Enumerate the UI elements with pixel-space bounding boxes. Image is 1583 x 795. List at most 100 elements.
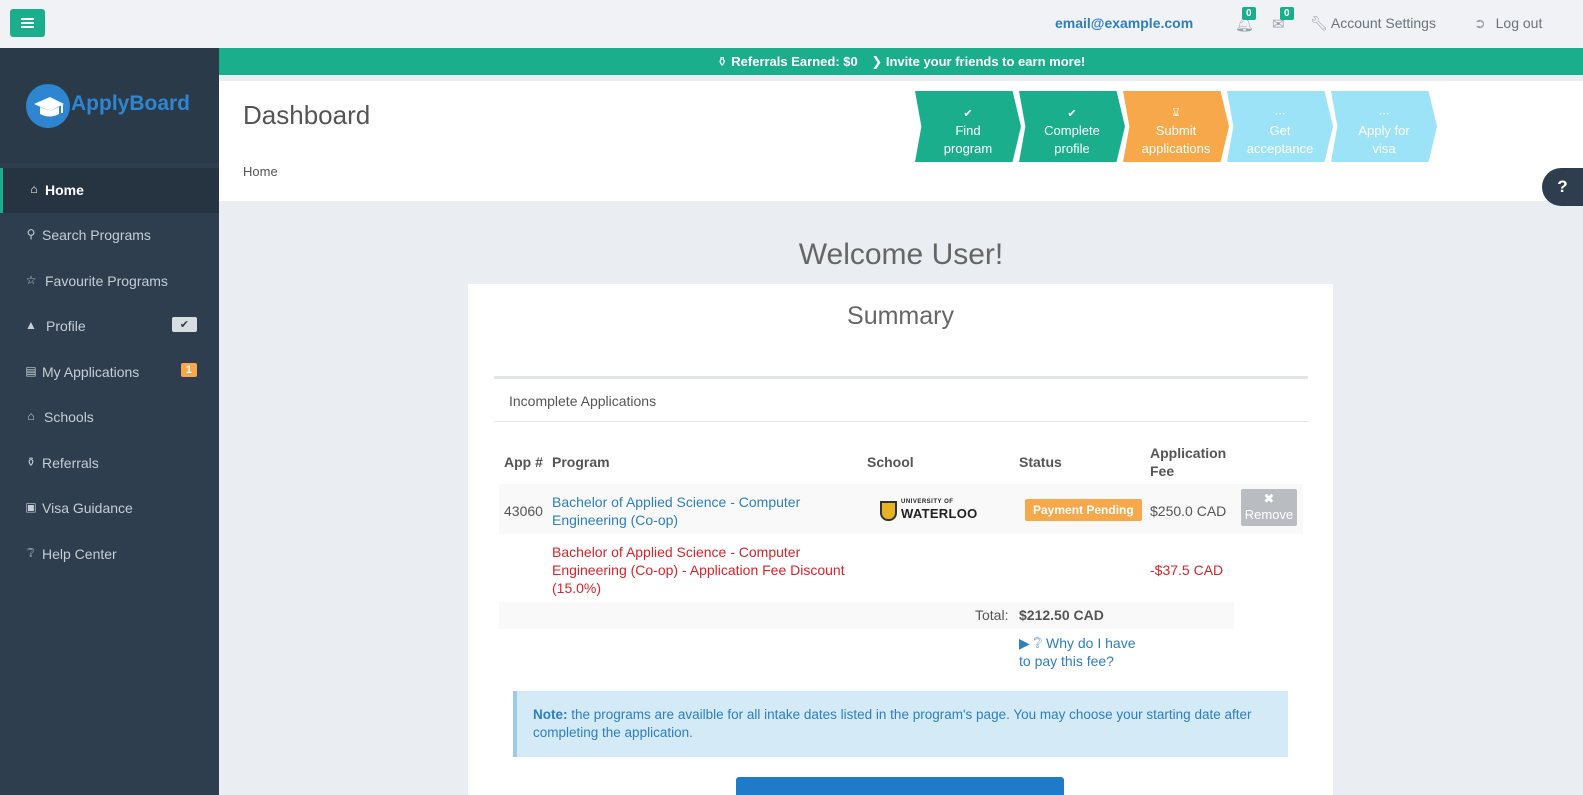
logo-graduation-cap-icon[interactable] (26, 84, 70, 128)
step-label: visa (1372, 141, 1396, 156)
applications-count-badge: 1 (180, 363, 197, 377)
sidebar-item-home[interactable]: ⌂ Home (0, 168, 219, 213)
page-title: Dashboard (243, 100, 371, 130)
total-value: $212.50 CAD (1019, 607, 1104, 623)
sidebar-item-referrals[interactable]: ⚱ Referrals (0, 441, 219, 486)
step-label: Submit (1155, 123, 1197, 138)
step-label: Apply for (1358, 123, 1410, 138)
program-link[interactable]: Bachelor of Applied Science - Computer (552, 494, 800, 510)
step-label: applications (1141, 141, 1211, 156)
sidebar-item-profile[interactable]: ▲ Profile ✔ (0, 304, 219, 349)
search-icon: ⚲ (26, 227, 36, 241)
step-label: Find (955, 123, 981, 138)
column-header-app-no: App # (504, 454, 543, 470)
logo-text[interactable]: ApplyBoard (71, 92, 190, 116)
logout-link[interactable]: ➲ Log out (1474, 15, 1542, 32)
sidebar-item-search-programs[interactable]: ⚲ Search Programs (0, 213, 219, 258)
sign-out-icon: ➲ (1474, 15, 1486, 31)
welcome-heading: Welcome User! (798, 238, 1004, 271)
menu-toggle-button[interactable] (10, 9, 45, 37)
close-icon: ✖ (1263, 491, 1275, 506)
logo-area: ApplyBoard (0, 48, 219, 163)
help-tab-button[interactable]: ? (1542, 168, 1583, 206)
graduation-cap-icon: ▲ (25, 318, 37, 332)
notifications-badge: 0 (1242, 7, 1256, 20)
summary-title: Summary (847, 302, 954, 330)
sidebar-item-label: Home (45, 182, 84, 198)
total-label: Total: (975, 607, 1009, 623)
discount-description: Bachelor of Applied Science - Computer (552, 544, 801, 560)
home-icon: ⌂ (30, 182, 38, 196)
invite-friends-link[interactable]: Invite your friends to earn more! (886, 54, 1085, 69)
wrench-icon: 🔧︎ (1310, 15, 1328, 31)
star-icon: ☆ (25, 273, 37, 287)
account-settings-label: Account Settings (1330, 15, 1436, 31)
referrals-earned: Referrals Earned: $0 (731, 54, 858, 69)
messages-badge: 0 (1280, 7, 1294, 20)
step-apply-for-visa[interactable]: ⋯ Apply for visa (1331, 91, 1437, 162)
step-submit-applications[interactable]: ⌛︎ Submit applications (1123, 91, 1229, 162)
step-label: acceptance (1246, 141, 1314, 156)
breadcrumb[interactable]: Home (243, 164, 278, 179)
university-shield-icon (880, 501, 897, 521)
question-circle-icon: ❔︎ (27, 546, 35, 560)
briefcase-icon: ▣ (25, 500, 37, 514)
hourglass-icon: ⌛︎ (1172, 107, 1180, 119)
step-find-program[interactable]: ✔ Find program (915, 91, 1021, 162)
sidebar-item-visa-guidance[interactable]: ▣ Visa Guidance (0, 486, 219, 531)
institution-icon: ⌂ (27, 409, 35, 423)
column-header-fee: Fee (1150, 463, 1175, 479)
sidebar-item-schools[interactable]: ⌂ Schools (0, 395, 219, 440)
hamburger-line (21, 26, 34, 28)
check-icon: ✔ (1067, 108, 1077, 120)
user-email[interactable]: email@example.com (1055, 15, 1193, 31)
column-header-status: Status (1019, 454, 1062, 470)
app-number: 43060 (504, 503, 543, 519)
divider (494, 376, 1308, 379)
sidebar-item-help-center[interactable]: ❔︎ Help Center (0, 532, 219, 577)
sidebar-item-label: Search Programs (42, 227, 151, 243)
primary-action-button[interactable] (736, 777, 1064, 795)
trophy-icon: ⚱ (25, 455, 37, 469)
profile-complete-badge: ✔ (171, 317, 197, 332)
section-title: Incomplete Applications (509, 393, 657, 409)
step-label: Complete (1044, 123, 1100, 138)
ellipsis-icon: ⋯ (1274, 108, 1286, 120)
step-get-acceptance[interactable]: ⋯ Get acceptance (1227, 91, 1333, 162)
step-label: Get (1269, 123, 1291, 138)
why-pay-fee-label: Why do I have (1045, 635, 1136, 651)
list-icon: ▤ (25, 364, 37, 378)
sidebar-item-favourite-programs[interactable]: ☆ Favourite Programs (0, 259, 219, 304)
account-settings-link[interactable]: 🔧︎ Account Settings (1310, 15, 1436, 32)
why-pay-fee-link[interactable]: ▶ ❔︎ Why do I have (1019, 635, 1135, 652)
status-badge: Payment Pending (1025, 499, 1142, 521)
check-icon: ✔ (963, 108, 973, 120)
note-alert: Note: the programs are availble for all … (513, 691, 1288, 757)
logout-label: Log out (1495, 15, 1543, 31)
school-logo-name: WATERLOO (901, 506, 978, 521)
discount-amount: -$37.5 CAD (1150, 562, 1224, 578)
column-header-program: Program (552, 454, 610, 470)
step-complete-profile[interactable]: ✔ Complete profile (1019, 91, 1125, 162)
hamburger-line (21, 18, 34, 20)
discount-description: (15.0%) (552, 580, 602, 596)
note-label: Note: (533, 707, 568, 722)
video-camera-icon: ▶ (1019, 635, 1030, 651)
hamburger-line (21, 22, 34, 24)
why-pay-fee-link[interactable]: to pay this fee? (1019, 653, 1114, 669)
sidebar-item-my-applications[interactable]: ▤ My Applications 1 (0, 350, 219, 395)
sidebar-item-label: Schools (44, 409, 94, 425)
sidebar-item-label: My Applications (42, 364, 140, 380)
page-header: Dashboard Home ✔ Find program ✔ Complete… (219, 81, 1583, 201)
remove-button[interactable]: ✖ Remove (1241, 489, 1297, 526)
school-logo-caption: UNIVERSITY OF (901, 499, 954, 505)
column-header-school: School (867, 454, 914, 470)
sidebar-item-label: Profile (46, 318, 86, 334)
divider (494, 421, 1308, 422)
remove-label: Remove (1244, 507, 1294, 522)
application-fee: $250.0 CAD (1150, 503, 1227, 519)
sidebar-item-label: Visa Guidance (42, 500, 133, 516)
chevron-right-icon: ❯ (871, 54, 883, 69)
total-row (499, 602, 1234, 629)
program-link[interactable]: Engineering (Co-op) (552, 512, 678, 528)
